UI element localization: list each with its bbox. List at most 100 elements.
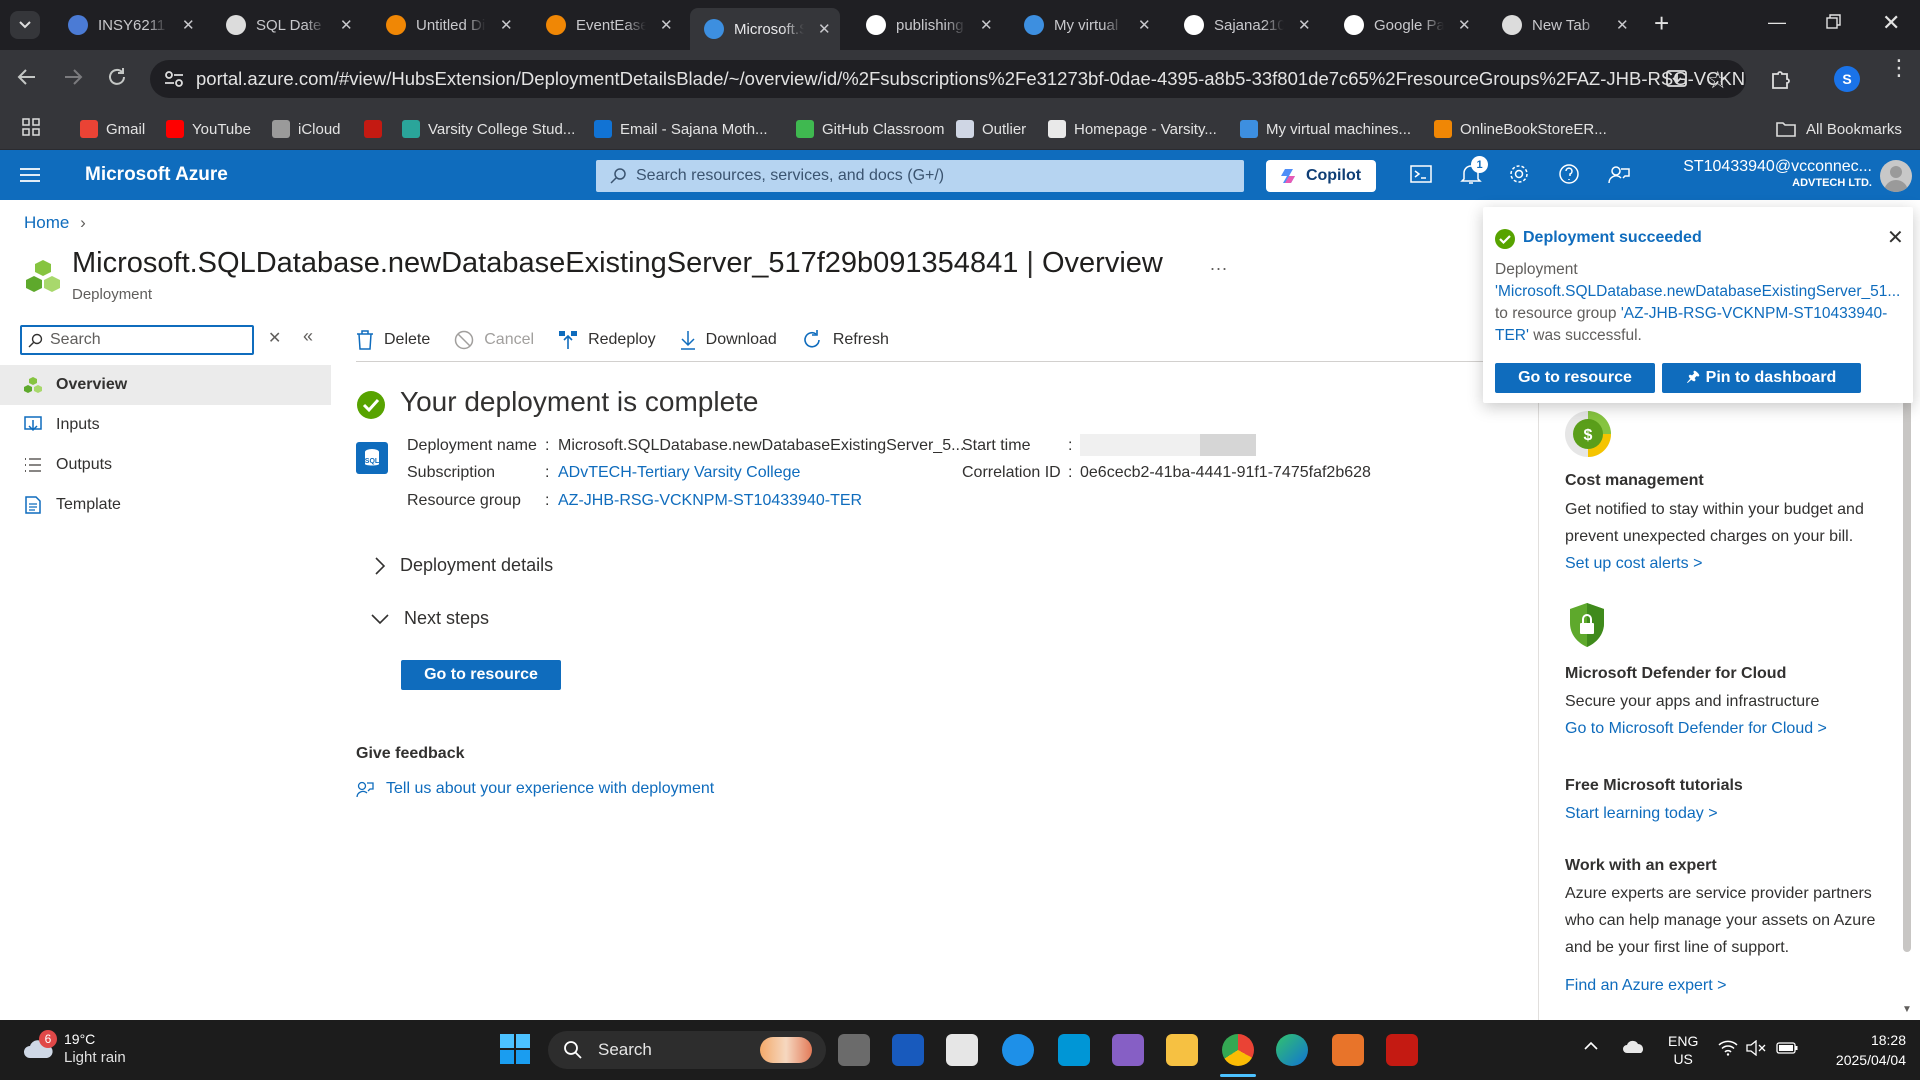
visual-studio-icon[interactable] <box>1112 1034 1144 1066</box>
browser-tab[interactable]: publishing ✕ <box>852 8 1002 42</box>
browser-menu-button[interactable]: ⋮ <box>1888 57 1910 79</box>
settings-button[interactable] <box>1508 163 1530 185</box>
start-button[interactable] <box>500 1034 530 1064</box>
bookmark-item[interactable]: YouTube <box>166 115 251 143</box>
browser-tab[interactable]: My virtual ✕ <box>1010 8 1160 42</box>
apps-button[interactable] <box>22 118 40 136</box>
bookmark-item[interactable]: Outlier <box>956 115 1026 143</box>
browser-tab[interactable]: Microsoft.S ✕ <box>690 8 840 50</box>
clock[interactable]: 18:28 2025/04/04 <box>1810 1030 1906 1070</box>
close-tab-icon[interactable]: ✕ <box>980 16 993 34</box>
go-to-resource-button[interactable]: Go to resource <box>401 660 561 690</box>
feedback-button[interactable] <box>1608 163 1630 185</box>
forward-button[interactable] <box>62 66 84 88</box>
download-button[interactable]: Download <box>680 330 777 350</box>
browser-tab[interactable]: INSY6211 - ✕ <box>54 8 204 42</box>
bookmark-item[interactable]: Homepage - Varsity... <box>1048 115 1217 143</box>
toast-deployment-link[interactable]: 'Microsoft.SQLDatabase.newDatabaseExisti… <box>1495 283 1900 300</box>
bookmark-item[interactable]: Varsity College Stud... <box>402 115 575 143</box>
bookmark-item[interactable]: GitHub Classroom <box>796 115 945 143</box>
bookmark-item[interactable]: iCloud <box>272 115 341 143</box>
toast-close-button[interactable]: ✕ <box>1887 225 1904 250</box>
clear-search-button[interactable]: ✕ <box>268 328 281 348</box>
back-button[interactable] <box>16 66 38 88</box>
tips-icon[interactable] <box>1002 1034 1034 1066</box>
cost-alerts-link[interactable]: Set up cost alerts > <box>1565 555 1702 573</box>
cloud-shell-button[interactable] <box>1410 163 1432 185</box>
feedback-link[interactable]: Tell us about your experience with deplo… <box>356 780 714 798</box>
bookmark-item[interactable]: OnlineBookStoreER... <box>1434 115 1607 143</box>
portal-menu-button[interactable] <box>20 168 40 182</box>
tutorials-link[interactable]: Start learning today > <box>1565 805 1718 823</box>
browser-tab[interactable]: New Tab ✕ <box>1488 8 1638 42</box>
store-icon[interactable] <box>946 1034 978 1066</box>
taskbar-search[interactable]: Search <box>548 1031 826 1069</box>
global-search-input[interactable]: Search resources, services, and docs (G+… <box>596 160 1244 192</box>
restore-button[interactable] <box>1826 14 1842 30</box>
azure-brand[interactable]: Microsoft Azure <box>85 164 228 186</box>
close-tab-icon[interactable]: ✕ <box>1616 16 1629 34</box>
close-tab-icon[interactable]: ✕ <box>1458 16 1471 34</box>
word-icon[interactable] <box>892 1034 924 1066</box>
nav-template[interactable]: Template <box>0 485 331 525</box>
all-bookmarks-button[interactable]: All Bookmarks <box>1776 115 1902 143</box>
show-hidden-icons-button[interactable] <box>1584 1040 1598 1050</box>
new-tab-button[interactable]: + <box>1654 8 1669 39</box>
close-tab-icon[interactable]: ✕ <box>1138 16 1151 34</box>
resource-group-link[interactable]: AZ-JHB-RSG-VCKNPM-ST10433940-TER <box>558 492 862 510</box>
volume-muted-icon[interactable] <box>1746 1040 1766 1056</box>
task-view-icon[interactable] <box>838 1034 870 1066</box>
onedrive-icon[interactable] <box>1622 1040 1646 1054</box>
close-tab-icon[interactable]: ✕ <box>182 16 195 34</box>
edge-icon[interactable] <box>1276 1034 1308 1066</box>
expert-link[interactable]: Find an Azure expert > <box>1565 977 1726 995</box>
tab-search-button[interactable] <box>10 11 40 39</box>
bookmark-star-button[interactable]: ☆ <box>1707 66 1729 95</box>
toast-go-to-resource-button[interactable]: Go to resource <box>1495 363 1655 393</box>
more-actions-button[interactable]: ... <box>1210 254 1228 275</box>
browser-tab[interactable]: Sajana210 ✕ <box>1170 8 1320 42</box>
myhp-icon[interactable] <box>1058 1034 1090 1066</box>
account-menu[interactable]: ST10433940@vcconnec... ADVTECH LTD. <box>1666 158 1872 189</box>
refresh-button[interactable]: Refresh <box>801 329 889 351</box>
reload-button[interactable] <box>106 66 128 88</box>
nav-overview[interactable]: Overview <box>0 365 331 405</box>
office-icon[interactable] <box>1332 1034 1364 1066</box>
close-tab-icon[interactable]: ✕ <box>500 16 513 34</box>
browser-tab[interactable]: SQL Date C ✕ <box>212 8 362 42</box>
browser-tab[interactable]: EventEase ✕ <box>532 8 682 42</box>
help-button[interactable] <box>1558 163 1580 185</box>
language-indicator[interactable]: ENG US <box>1668 1032 1698 1068</box>
bookmark-item[interactable]: Email - Sajana Moth... <box>594 115 768 143</box>
file-explorer-icon[interactable] <box>1166 1034 1198 1066</box>
acrobat-icon[interactable] <box>1386 1034 1418 1066</box>
next-steps-toggle[interactable]: Next steps <box>370 608 489 629</box>
deployment-details-toggle[interactable]: Deployment details <box>374 555 553 576</box>
address-bar[interactable]: portal.azure.com/#view/HubsExtension/Dep… <box>150 60 1746 98</box>
close-window-button[interactable]: ✕ <box>1882 10 1900 36</box>
blade-search-input[interactable]: Search <box>20 325 254 355</box>
cancel-button[interactable]: Cancel <box>454 330 534 350</box>
subscription-link[interactable]: ADvTECH-Tertiary Varsity College <box>558 464 800 482</box>
close-tab-icon[interactable]: ✕ <box>818 20 831 38</box>
weather-widget[interactable]: 6 19°C Light rain <box>22 1030 142 1072</box>
delete-button[interactable]: Delete <box>356 330 430 350</box>
bookmark-item[interactable]: Gmail <box>80 115 145 143</box>
extensions-button[interactable] <box>1770 68 1792 90</box>
profile-button[interactable]: S <box>1834 66 1860 92</box>
browser-tab[interactable]: Google Pa ✕ <box>1330 8 1480 42</box>
bookmark-item[interactable]: My virtual machines... <box>1240 115 1411 143</box>
bookmark-item[interactable] <box>364 115 390 143</box>
nav-inputs[interactable]: Inputs <box>0 405 331 445</box>
chrome-icon[interactable] <box>1222 1034 1254 1066</box>
scroll-down-arrow[interactable]: ▼ <box>1902 1004 1912 1015</box>
pin-to-dashboard-button[interactable]: 🖈 Pin to dashboard <box>1662 363 1861 393</box>
collapse-menu-button[interactable]: « <box>303 326 313 347</box>
nav-outputs[interactable]: Outputs <box>0 445 331 485</box>
breadcrumb-home[interactable]: Home <box>24 213 69 232</box>
wifi-icon[interactable] <box>1718 1040 1738 1056</box>
close-tab-icon[interactable]: ✕ <box>340 16 353 34</box>
redeploy-button[interactable]: Redeploy <box>558 330 656 350</box>
install-app-button[interactable] <box>1666 69 1688 89</box>
avatar[interactable] <box>1880 160 1912 192</box>
